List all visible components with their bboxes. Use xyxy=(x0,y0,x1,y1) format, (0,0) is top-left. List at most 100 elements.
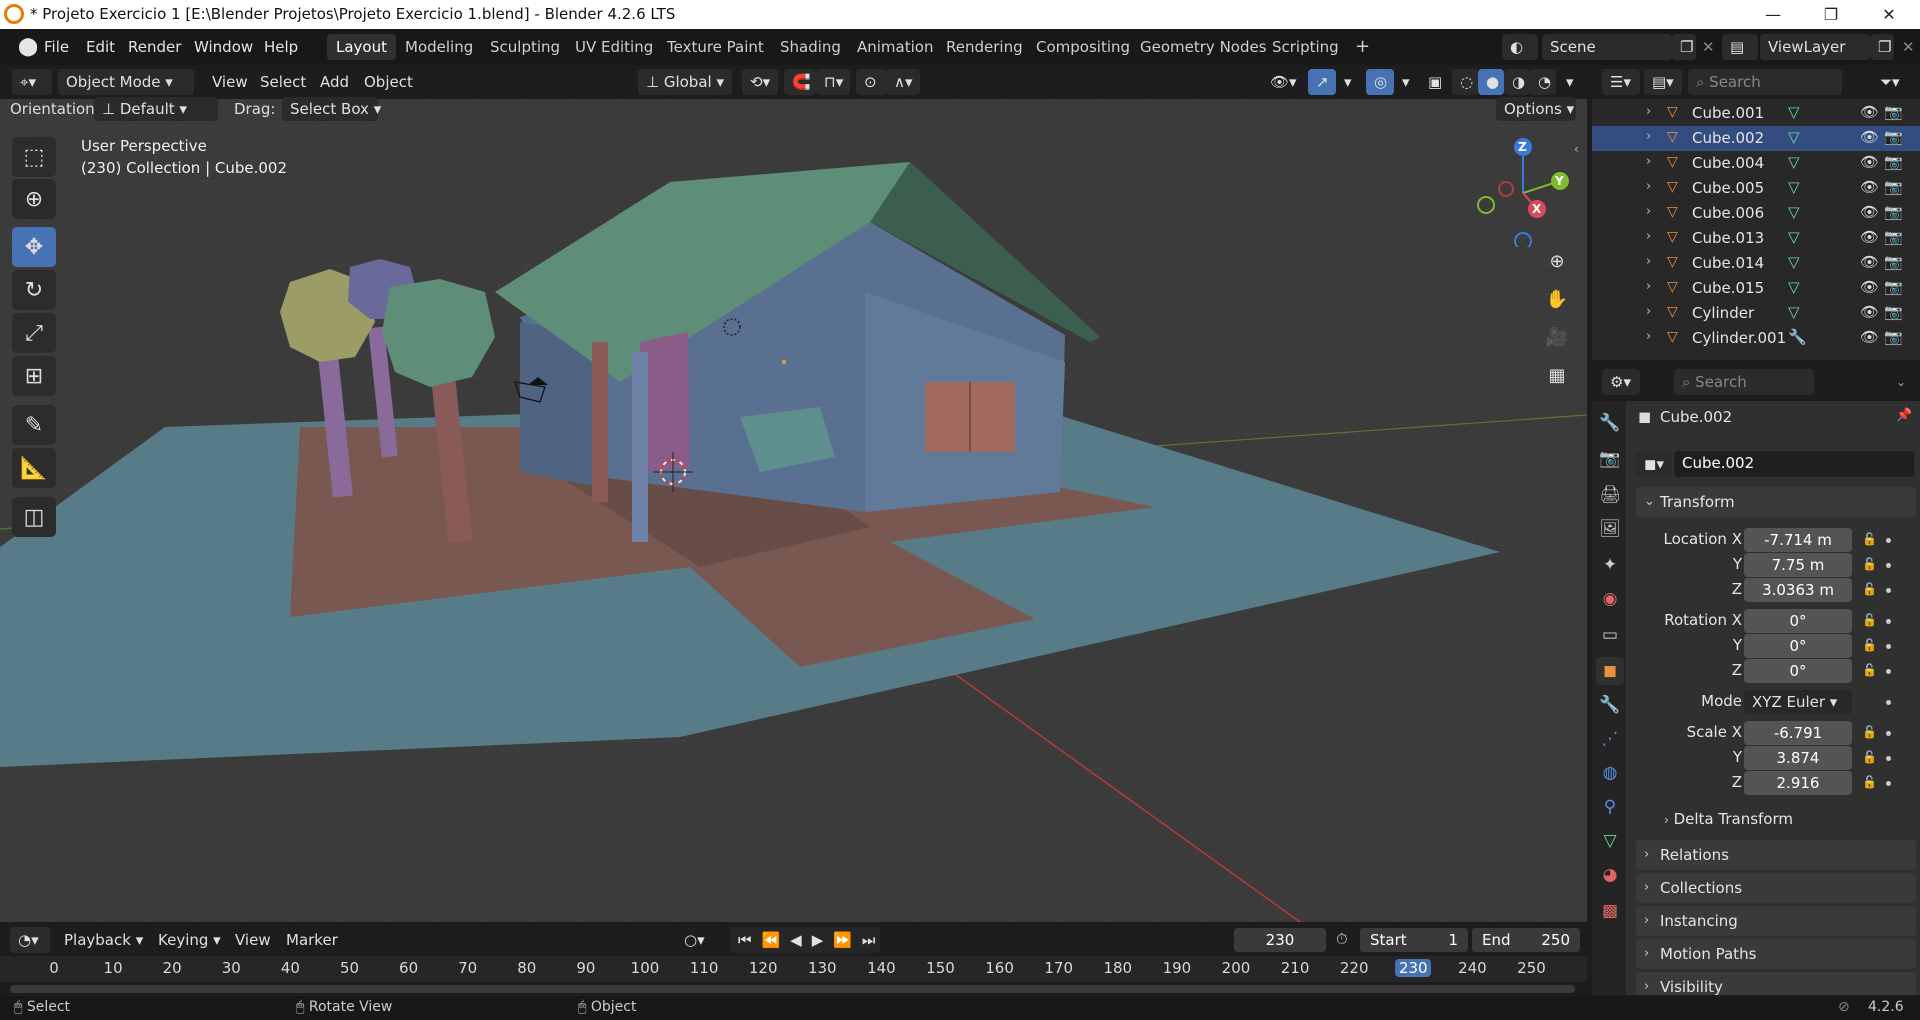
keyframe-dot-icon[interactable] xyxy=(1886,644,1891,649)
tab-compositing[interactable]: Compositing xyxy=(1027,34,1139,60)
keyframe-dot-icon[interactable] xyxy=(1886,669,1891,674)
menu-edit[interactable]: Edit xyxy=(78,35,123,59)
scale-tool-icon[interactable]: ⤢ xyxy=(12,313,56,353)
mode-dropdown[interactable]: Object Mode ▾ xyxy=(58,69,194,95)
keyframe-dot-icon[interactable] xyxy=(1886,538,1891,543)
new-scene-icon[interactable]: ❐ xyxy=(1672,34,1696,60)
tab-texture-paint[interactable]: Texture Paint xyxy=(658,34,773,60)
menu-view[interactable]: View xyxy=(204,69,256,95)
start-frame-field[interactable]: Start 1 xyxy=(1360,928,1468,952)
properties-options-icon[interactable]: ⌄ xyxy=(1896,375,1906,389)
keyframe-dot-icon[interactable] xyxy=(1886,756,1891,761)
keyframe-dot-icon[interactable] xyxy=(1886,563,1891,568)
rotation-z-field[interactable]: 0° xyxy=(1744,659,1852,683)
gizmo-toggle-icon[interactable]: ↗ xyxy=(1308,69,1336,95)
outliner-item[interactable]: › ▽ Cube.004 ▽ 👁 📷 xyxy=(1592,151,1920,176)
location-y-field[interactable]: 7.75 m xyxy=(1744,553,1852,577)
outliner-item[interactable]: › ▽ Cube.002 ▽ 👁 📷 xyxy=(1592,126,1920,151)
render-camera-icon[interactable]: 📷 xyxy=(1884,253,1903,271)
drag-dropdown[interactable]: Select Box ▾ xyxy=(282,97,381,121)
outliner-item[interactable]: › ▽ Cube.001 ▽ 👁 📷 xyxy=(1592,101,1920,126)
preview-range-icon[interactable]: ⏱ xyxy=(1336,930,1348,948)
shading-dropdown-icon[interactable]: ▾ xyxy=(1558,69,1578,95)
transform-orientation-dropdown[interactable]: ⊥ Global ▾ xyxy=(638,69,732,95)
modifier-tab-icon[interactable]: 🔧 xyxy=(1596,691,1624,719)
world-tab-icon[interactable]: ◉ xyxy=(1596,585,1624,613)
pivot-point-icon[interactable]: ⟲▾ xyxy=(742,69,778,95)
data-tab-icon[interactable]: ▽ xyxy=(1596,827,1624,855)
mesh-data-icon[interactable]: ▽ xyxy=(1788,278,1800,296)
object-tab-icon[interactable]: ◼ xyxy=(1596,657,1624,685)
maximize-button[interactable]: ❐ xyxy=(1802,0,1860,29)
object-browse-icon[interactable]: ◼▾ xyxy=(1636,451,1672,477)
material-tab-icon[interactable]: ◕ xyxy=(1596,861,1624,889)
keyframe-dot-icon[interactable] xyxy=(1886,700,1891,705)
object-name-field[interactable]: Cube.002 xyxy=(1674,451,1914,477)
marker-menu[interactable]: Marker xyxy=(278,927,346,953)
auto-keying-icon[interactable]: ○▾ xyxy=(676,927,716,953)
select-box-tool-icon[interactable]: ⬚ xyxy=(12,137,56,177)
render-camera-icon[interactable]: 📷 xyxy=(1884,128,1903,146)
expand-chevron-icon[interactable]: › xyxy=(1646,329,1651,344)
tab-shading[interactable]: Shading xyxy=(771,34,850,60)
menu-render[interactable]: Render xyxy=(120,35,189,59)
ortho-toggle-icon[interactable]: ▦ xyxy=(1541,359,1573,391)
rotation-y-field[interactable]: 0° xyxy=(1744,634,1852,658)
orientation-dropdown[interactable]: ⊥ Default ▾ xyxy=(94,97,218,121)
expand-chevron-icon[interactable]: › xyxy=(1646,204,1651,219)
keyframe-dot-icon[interactable] xyxy=(1886,731,1891,736)
annotate-tool-icon[interactable]: ✎ xyxy=(12,405,56,445)
expand-chevron-icon[interactable]: › xyxy=(1646,129,1651,144)
overlay-dropdown-icon[interactable]: ▾ xyxy=(1394,69,1414,95)
outliner-item[interactable]: › ▽ Cube.014 ▽ 👁 📷 xyxy=(1592,251,1920,276)
transform-tool-icon[interactable]: ⊞ xyxy=(12,356,56,396)
tool-tab-icon[interactable]: 🔧 xyxy=(1596,409,1624,437)
snap-target-icon[interactable]: ⊓▾ xyxy=(816,69,850,95)
visibility-dropdown-icon[interactable]: 👁▾ xyxy=(1262,69,1304,95)
visibility-eye-icon[interactable]: 👁 xyxy=(1860,103,1879,121)
menu-object[interactable]: Object xyxy=(356,69,421,95)
scene-tab-icon[interactable]: ✦ xyxy=(1596,551,1624,579)
viewlayer-name-field[interactable]: ViewLayer xyxy=(1760,34,1870,60)
collection-tab-icon[interactable]: ▭ xyxy=(1596,621,1624,649)
visibility-eye-icon[interactable]: 👁 xyxy=(1860,328,1879,346)
rendered-shading-icon[interactable]: ◔ xyxy=(1530,69,1556,95)
location-x-field[interactable]: -7.714 m xyxy=(1744,528,1852,552)
xray-toggle-icon[interactable]: ▣ xyxy=(1420,69,1448,95)
keyframe-dot-icon[interactable] xyxy=(1886,619,1891,624)
properties-editor-type-icon[interactable]: ⚙▾ xyxy=(1602,369,1640,395)
end-frame-field[interactable]: End 250 xyxy=(1472,928,1580,952)
mesh-data-icon[interactable]: ▽ xyxy=(1788,153,1800,171)
pin-icon[interactable]: 📌 xyxy=(1896,408,1912,423)
gizmo-dropdown-icon[interactable]: ▾ xyxy=(1336,69,1356,95)
expand-chevron-icon[interactable]: › xyxy=(1646,179,1651,194)
lock-icon[interactable]: 🔓 xyxy=(1862,663,1877,677)
render-camera-icon[interactable]: 📷 xyxy=(1884,228,1903,246)
render-camera-icon[interactable]: 📷 xyxy=(1884,153,1903,171)
render-camera-icon[interactable]: 📷 xyxy=(1884,103,1903,121)
rotation-mode-dropdown[interactable]: XYZ Euler ▾ xyxy=(1744,690,1852,714)
render-camera-icon[interactable]: 📷 xyxy=(1884,303,1903,321)
output-tab-icon[interactable]: 🖨 xyxy=(1596,481,1624,509)
outliner-item[interactable]: › ▽ Cylinder.001 🔧 👁 📷 xyxy=(1592,326,1920,351)
visibility-eye-icon[interactable]: 👁 xyxy=(1860,303,1879,321)
tab-modeling[interactable]: Modeling xyxy=(396,34,482,60)
visibility-eye-icon[interactable]: 👁 xyxy=(1860,203,1879,221)
scale-x-field[interactable]: -6.791 xyxy=(1744,721,1852,745)
expand-chevron-icon[interactable]: › xyxy=(1646,229,1651,244)
playback-controls[interactable]: ⏮⏪◀▶⏩⏭ xyxy=(730,927,880,953)
expand-chevron-icon[interactable]: › xyxy=(1646,279,1651,294)
scene-name-field[interactable]: Scene xyxy=(1542,34,1672,60)
physics-tab-icon[interactable]: ◍ xyxy=(1596,759,1624,787)
outliner-editor-type-icon[interactable]: ☰▾ xyxy=(1602,69,1640,95)
material-shading-icon[interactable]: ◑ xyxy=(1504,69,1530,95)
tab-geometry-nodes[interactable]: Geometry Nodes xyxy=(1131,34,1276,60)
rotation-x-field[interactable]: 0° xyxy=(1744,609,1852,633)
playback-menu[interactable]: Playback ▾ xyxy=(56,927,151,953)
render-tab-icon[interactable]: 📷 xyxy=(1596,445,1624,473)
render-camera-icon[interactable]: 📷 xyxy=(1884,178,1903,196)
close-window-button[interactable]: ✕ xyxy=(1860,0,1918,29)
menu-window[interactable]: Window xyxy=(186,35,261,59)
outliner-item[interactable]: › ▽ Cube.013 ▽ 👁 📷 xyxy=(1592,226,1920,251)
current-frame-field[interactable]: 230 xyxy=(1234,928,1326,952)
